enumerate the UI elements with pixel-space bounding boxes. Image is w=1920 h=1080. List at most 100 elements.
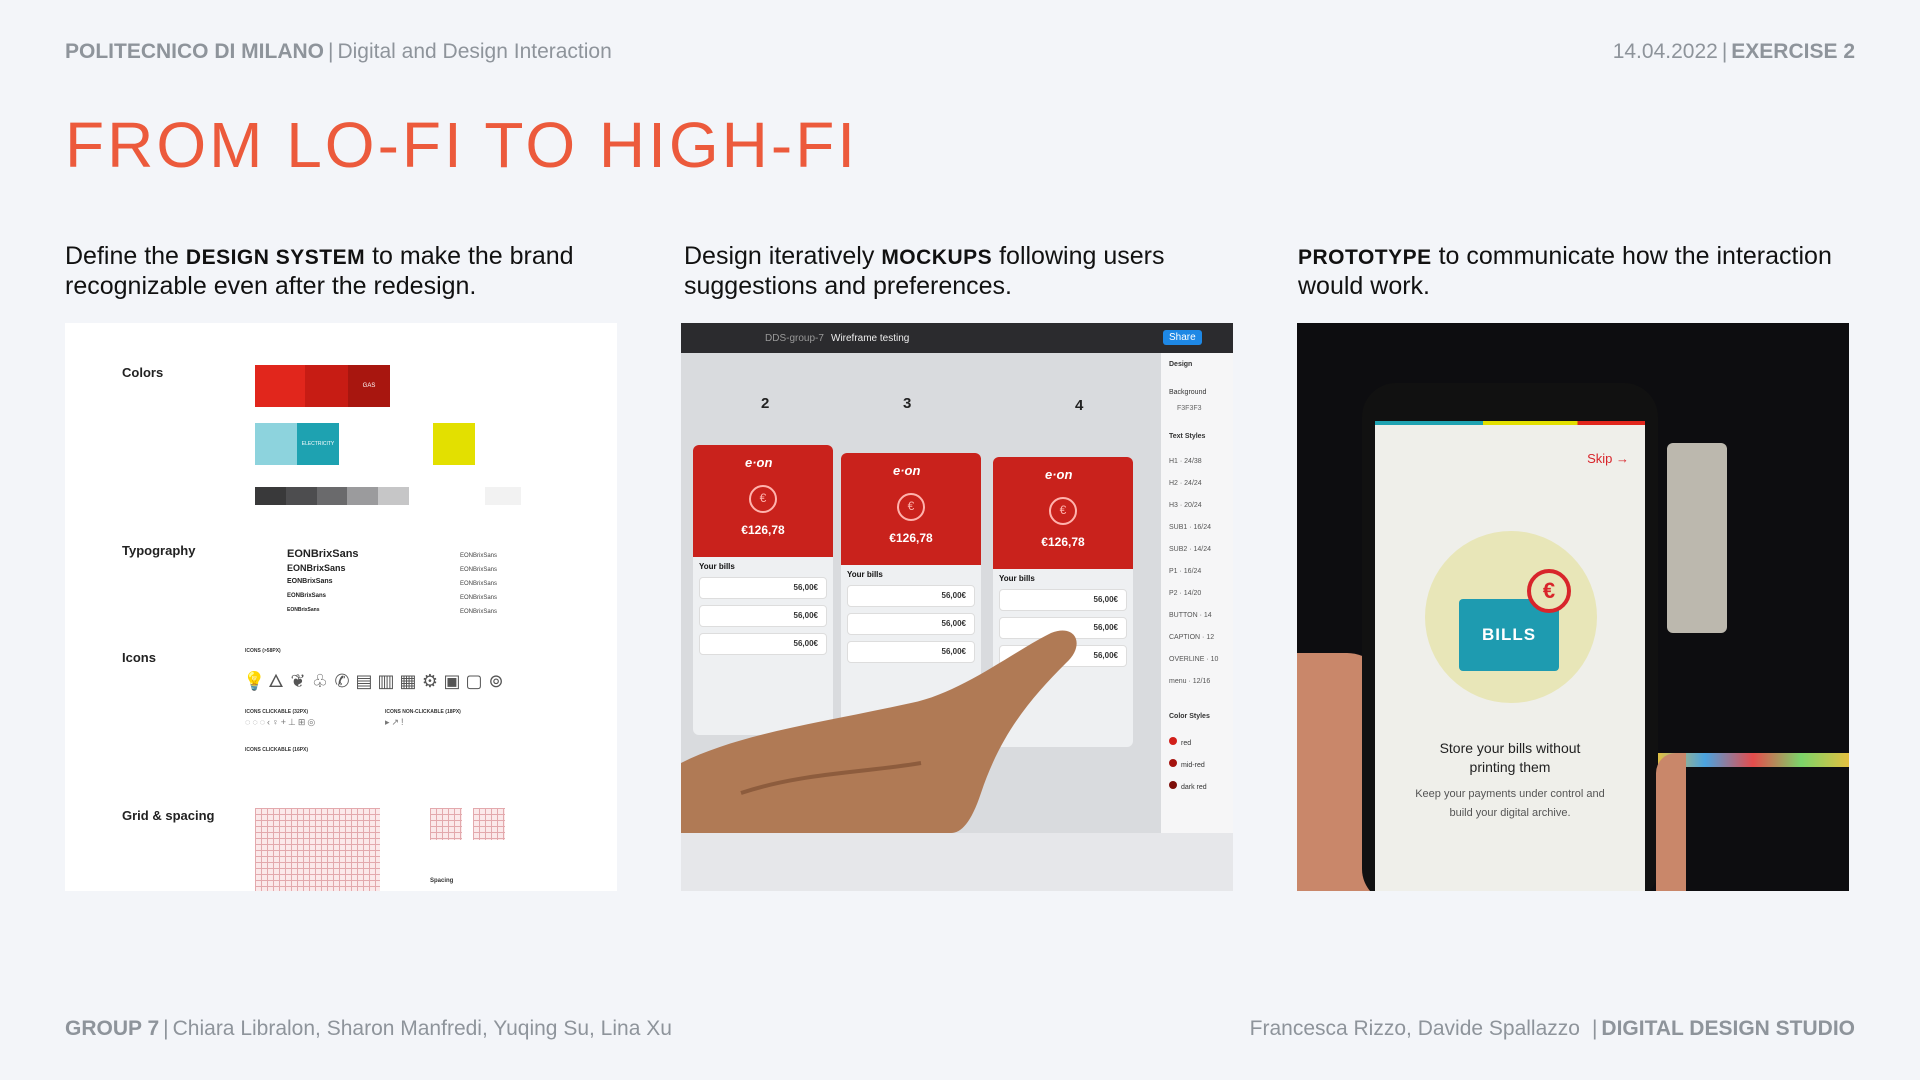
slide-date: 14.04.2022 <box>1612 40 1718 63</box>
euro-icon: € <box>1049 497 1077 525</box>
bill-amount: 56,00€ <box>1093 651 1118 660</box>
color-style-item: dark red <box>1181 784 1207 791</box>
text-style-item: H2 · 24/24 <box>1169 480 1202 487</box>
color-dot <box>1169 759 1177 767</box>
brand-stripe <box>1375 421 1645 425</box>
spacing-label: Spacing <box>430 878 454 884</box>
text-style-item: CAPTION · 12 <box>1169 634 1215 641</box>
typo-sample: EONBrixSans <box>460 581 498 587</box>
euro-icon: € <box>1527 569 1571 613</box>
text-style-item: H1 · 24/38 <box>1169 458 1202 465</box>
grid-preview-small <box>430 808 462 840</box>
mockups-photo: DDS-group-7 Wireframe testing Share 2 3 … <box>681 323 1233 891</box>
color-dot <box>1169 737 1177 745</box>
taskbar <box>681 833 1233 891</box>
text-styles-list: H1 · 24/38 H2 · 24/24 H3 · 20/24 SUB1 · … <box>1169 451 1218 693</box>
swatch-yellow <box>433 423 475 465</box>
document-icon: ▤ <box>355 671 373 691</box>
prototype-photo: Skip → BILLS € Store your bills without … <box>1297 323 1849 891</box>
card-icon: ▣ <box>443 671 461 691</box>
bill-icon: ▥ <box>377 671 395 691</box>
frame-number: 2 <box>761 395 770 412</box>
gray-scale <box>255 487 440 505</box>
caption-mockups: Design iteratively MOCKUPS following use… <box>684 242 1244 301</box>
leaf-icon: ❦ <box>290 671 306 691</box>
grid-preview-small-2 <box>473 808 505 840</box>
university-name: POLITECNICO DI MILANO <box>65 40 324 63</box>
footer-right: Francesca Rizzo, Davide Spallazzo | DIGITA… <box>1250 1017 1855 1041</box>
figma-canvas: 2 3 4 e·on € €126,78 Your bills 56,00€ 56,… <box>681 353 1161 833</box>
text-style-item: SUB1 · 16/24 <box>1169 524 1212 531</box>
color-style-item: mid-red <box>1181 762 1205 769</box>
slide-title: FROM LO-FI TO HIGH-FI <box>65 109 859 181</box>
small-icons-row: ◌◌◌‹♀+⊥⊞◎ <box>245 717 318 727</box>
caption-keyword: DESIGN SYSTEM <box>185 246 366 269</box>
typo-sample: EONBrixSans <box>460 553 498 559</box>
lightbulb-icon: 💡 <box>243 671 266 691</box>
design-tab: Design <box>1169 361 1193 368</box>
section-colors: Colors <box>122 365 164 380</box>
eon-logo: e·on <box>1045 467 1073 482</box>
typo-sample: EONBrixSans <box>287 607 320 613</box>
caption-text: Define the <box>65 242 186 270</box>
euro-icon: € <box>897 493 925 521</box>
text-style-item: H3 · 20/24 <box>1169 502 1202 509</box>
figma-page-name: Wireframe testing <box>831 333 910 344</box>
flame-icon: 🜂 <box>268 671 284 691</box>
figma-design-panel: Design Background F3F3F3 Text Styles H1 … <box>1161 353 1233 833</box>
text-style-item: P2 · 14/20 <box>1169 590 1202 597</box>
phone-icon: ✆ <box>334 671 350 691</box>
piggy-bank-icon: ♧ <box>311 671 329 691</box>
bill-amount: 56,00€ <box>1093 623 1118 632</box>
text-style-item: menu · 12/16 <box>1169 678 1211 685</box>
section-grid-spacing: Grid & spacing <box>122 808 215 823</box>
color-styles-list: red mid-red dark red <box>1169 733 1207 799</box>
skip-link[interactable]: Skip → <box>1587 451 1629 466</box>
color-style-item: red <box>1181 740 1192 747</box>
header-right: 14.04.2022 | EXERCISE 2 <box>1613 40 1855 64</box>
caption-text: Design iteratively <box>684 242 882 270</box>
typo-sample: EONBrixSans <box>287 593 327 599</box>
invoice-icon: ▦ <box>399 671 417 691</box>
course-name: Digital and Design Interaction <box>337 40 612 63</box>
footer-separator: | <box>1591 1017 1598 1040</box>
caption-keyword: MOCKUPS <box>881 246 993 269</box>
hand-right <box>1656 753 1686 891</box>
icon-row: 💡 🜂 ❦ ♧ ✆ ▤ ▥ ▦ ⚙ ▣ ▢ ⊚ <box>243 661 507 698</box>
caption-keyword: PROTOTYPE <box>1298 246 1432 269</box>
section-typography: Typography <box>122 543 196 558</box>
gear-icon: ⚙ <box>421 671 439 691</box>
figma-toolbar: DDS-group-7 Wireframe testing Share <box>681 323 1233 353</box>
typo-sample: EONBrixSans <box>460 609 498 615</box>
group-label: GROUP 7 <box>65 1017 160 1040</box>
icons-clickable-label: ICONS CLICKABLE (32PX) <box>245 709 309 715</box>
icons-nonclickable-label: ICONS NON-CLICKABLE (18PX) <box>385 709 461 715</box>
nonclickable-icons-row: ▸↗! <box>385 717 406 727</box>
figma-file-name: DDS-group-7 <box>765 333 824 344</box>
footer-left: GROUP 7 | Chiara Libralon, Sharon Manfredi… <box>65 1017 672 1041</box>
teachers: Francesca Rizzo, Davide Spallazzo <box>1249 1017 1580 1040</box>
color-dot <box>1169 781 1177 789</box>
swatch-electricity: ELECTRICITY <box>297 423 339 465</box>
gray-swatch-light <box>485 487 521 505</box>
color-styles-label: Color Styles <box>1169 713 1210 720</box>
text-style-item: BUTTON · 14 <box>1169 612 1212 619</box>
euro-icon: € <box>749 485 777 513</box>
typo-sample: EONBrixSans <box>287 563 346 573</box>
typo-sample: EONBrixSans <box>460 595 498 601</box>
grid-layout-preview <box>255 808 380 891</box>
swatch-red <box>255 365 305 407</box>
text-style-item: OVERLINE · 10 <box>1169 656 1219 663</box>
eon-logo: e·on <box>745 455 773 470</box>
header-separator: | <box>1721 40 1728 63</box>
design-system-image: Colors GAS ELECTRICITY Typography EONBri… <box>65 323 617 891</box>
bill-amount: 56,00€ <box>1093 595 1118 604</box>
onboarding-heading: Store your bills without printing them <box>1439 740 1581 775</box>
eon-logo: e·on <box>893 463 921 478</box>
swatch-gas: GAS <box>348 365 390 407</box>
caption-design-system: Define the DESIGN SYSTEM to make the bra… <box>65 242 625 301</box>
onboarding-body: Keep your payments under control and bui… <box>1415 788 1605 819</box>
pointing-hand <box>681 630 1077 833</box>
background-label: Background <box>1169 389 1207 396</box>
background-screen-blur <box>1667 443 1727 633</box>
